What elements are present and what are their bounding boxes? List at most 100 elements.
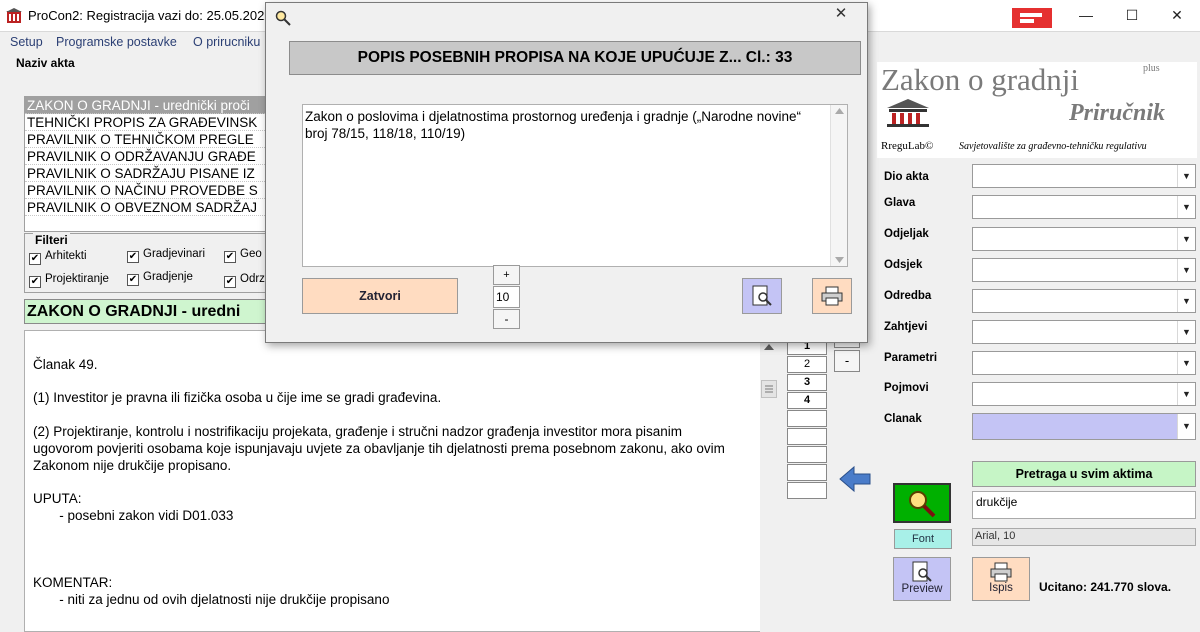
glava-dropdown[interactable]: ▼ [972,195,1196,219]
page-tab-empty[interactable] [787,446,827,463]
dialog-heading: POPIS POSEBNIH PROPISA NA KOJE UPUĆUJE Z… [289,41,861,75]
logo-plus: plus [1143,63,1160,74]
minimize-button[interactable]: — [1063,0,1109,32]
propisi-dialog: ✕ POPIS POSEBNIH PROPISA NA KOJE UPUĆUJE… [265,2,868,343]
printer-icon [820,286,844,306]
zahtjevi-dropdown[interactable]: ▼ [972,320,1196,344]
act-item[interactable]: PRAVILNIK O ODRŽAVANJU GRAĐE [25,148,273,165]
odjeljak-label: Odjeljak [884,228,929,240]
pojmovi-dropdown[interactable]: ▼ [972,382,1196,406]
article-line: ugovorom povjeriti osobama koje ispunjav… [33,441,725,456]
strip-minus-button[interactable]: - [834,350,860,372]
menu-setup[interactable]: Setup [10,35,43,49]
chevron-down-icon[interactable]: ▼ [1177,352,1195,374]
article-line: Članak 49. [33,357,98,372]
act-item[interactable]: PRAVILNIK O SADRŽAJU PISANE IZ [25,165,273,182]
checkbox-checked-icon[interactable]: ✔ [224,251,236,263]
article-scrollbar[interactable] [760,340,778,632]
chevron-down-icon[interactable]: ▼ [1177,165,1195,187]
maximize-button[interactable]: ☐ [1109,0,1155,32]
filter-geo[interactable]: ✔ Geo [224,248,262,263]
toolbar-red-icon[interactable] [1010,4,1056,28]
filter-gradjevinari[interactable]: ✔ Gradjevinari [127,248,205,263]
filter-odrz[interactable]: ✔ Odrz [224,273,265,288]
size-input[interactable]: 10 [493,286,520,308]
scroll-up-icon[interactable] [835,108,844,114]
page-tab-2[interactable]: 2 [787,356,827,373]
page-tab-empty[interactable] [787,482,827,499]
close-button[interactable]: ✕ [1154,0,1200,32]
menu-programske-postavke[interactable]: Programske postavke [56,35,177,49]
dialog-preview-button[interactable] [742,278,782,314]
odsjek-dropdown[interactable]: ▼ [972,258,1196,282]
dialog-print-button[interactable] [812,278,852,314]
page-tab-3[interactable]: 3 [787,374,827,391]
logo-subtitle: Priručnik [1069,100,1166,126]
memo-scrollbar[interactable] [830,105,847,266]
search-input[interactable]: drukčije [972,491,1196,519]
print-button[interactable]: Ispis [972,557,1030,601]
checkbox-checked-icon[interactable]: ✔ [29,276,41,288]
logo-title: Zakon o gradnji [881,62,1080,97]
zahtjevi-label: Zahtjevi [884,321,928,333]
size-minus-button[interactable]: - [493,309,520,329]
page-tab-empty[interactable] [787,428,827,445]
chevron-down-icon[interactable]: ▼ [1177,383,1195,405]
preview-icon [750,285,774,307]
dio-akta-dropdown[interactable]: ▼ [972,164,1196,188]
dialog-close-button[interactable]: ✕ [818,5,864,25]
page-tab-empty[interactable] [787,410,827,427]
dialog-titlebar: ✕ [266,3,867,31]
odjeljak-dropdown[interactable]: ▼ [972,227,1196,251]
chevron-down-icon[interactable]: ▼ [1177,196,1195,218]
pojmovi-label: Pojmovi [884,382,929,394]
font-button[interactable]: Font [894,529,952,549]
clanak-dropdown[interactable]: ▼ [972,413,1196,440]
logo-box: Zakon o gradnji plus Priručnik RreguLab©… [877,62,1197,158]
article-line: (1) Investitor je pravna ili fizička oso… [33,390,442,405]
dialog-search-icon [275,10,291,26]
filter-projektiranje[interactable]: ✔ Projektiranje [29,273,109,288]
loaded-status: Ucitano: 241.770 slova. [1039,580,1172,594]
page-tab-4[interactable]: 4 [787,392,827,409]
scroll-down-icon[interactable] [835,257,844,263]
page-tab-empty[interactable] [787,464,827,481]
chevron-down-icon[interactable]: ▼ [1177,414,1195,439]
filter-arhitekti[interactable]: ✔ Arhitekti [29,250,87,265]
checkbox-checked-icon[interactable]: ✔ [29,253,41,265]
odredba-dropdown[interactable]: ▼ [972,289,1196,313]
preview-label: Preview [901,583,943,595]
checkbox-checked-icon[interactable]: ✔ [127,251,139,263]
odredba-label: Odredba [884,290,932,302]
parametri-dropdown[interactable]: ▼ [972,351,1196,375]
chevron-down-icon[interactable]: ▼ [1177,259,1195,281]
checkbox-checked-icon[interactable]: ✔ [224,276,236,288]
menu-o-prirucniku[interactable]: O prirucniku [193,35,260,49]
zatvori-button[interactable]: Zatvori [302,278,458,314]
acts-list[interactable]: ZAKON O GRADNJI - urednički proči TEHNIČ… [24,96,274,232]
act-item[interactable]: TEHNIČKI PROPIS ZA GRAĐEVINSK [25,114,273,131]
scroll-thumb[interactable] [761,380,777,398]
article-line: (2) Projektiranje, kontrolu i nostrifika… [33,424,683,439]
checkbox-checked-icon[interactable]: ✔ [127,274,139,286]
preview-button[interactable]: Preview [893,557,951,601]
article-line: - niti za jednu od ovih djelatnosti nije… [33,592,390,607]
chevron-down-icon[interactable]: ▼ [1177,228,1195,250]
size-plus-button[interactable]: + [493,265,520,285]
act-item[interactable]: PRAVILNIK O NAČINU PROVEDBE S [25,182,273,199]
article-text-area[interactable]: Članak 49. (1) Investitor je pravna ili … [24,330,778,632]
chevron-down-icon[interactable]: ▼ [1177,290,1195,312]
act-item[interactable]: ZAKON O GRADNJI - urednički proči [25,97,273,114]
back-arrow-icon[interactable] [838,464,872,494]
chevron-down-icon[interactable]: ▼ [1177,321,1195,343]
dialog-memo[interactable]: Zakon o poslovima i djelatnostima prosto… [302,104,848,267]
preview-icon [910,561,934,583]
search-all-acts-button[interactable]: Pretraga u svim aktima [972,461,1196,487]
dio-akta-label: Dio akta [884,171,929,183]
scroll-up-icon[interactable] [762,342,776,352]
filters-label: Filteri [33,233,70,247]
act-item[interactable]: PRAVILNIK O TEHNIČKOM PREGLE [25,131,273,148]
act-item[interactable]: PRAVILNIK O OBVEZNOM SADRŽAJ [25,199,273,216]
filter-gradjenje[interactable]: ✔ Gradjenje [127,271,193,286]
search-button[interactable] [893,483,951,523]
